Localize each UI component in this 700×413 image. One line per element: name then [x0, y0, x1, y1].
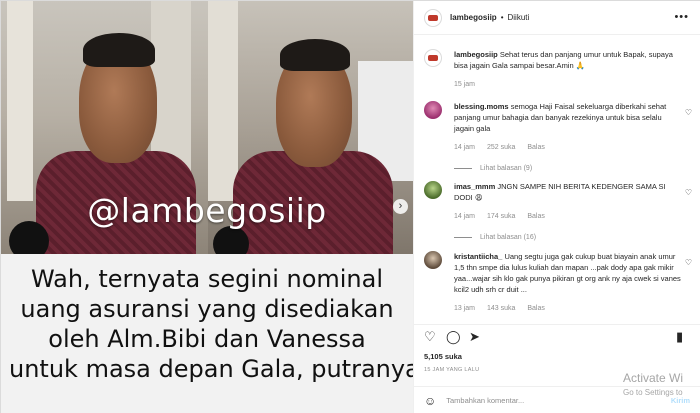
- comment-input[interactable]: Tambahkan komentar...: [446, 396, 524, 405]
- media-watermark: @lambegosiip: [87, 191, 327, 230]
- view-replies-label[interactable]: Lihat balasan (9): [480, 163, 532, 174]
- replies-line: [454, 168, 472, 169]
- comment-likes[interactable]: 143 suka: [487, 305, 515, 312]
- background-pillar: [208, 1, 238, 201]
- comment-list[interactable]: lambegosiip Sehat terus dan panjang umur…: [414, 36, 700, 324]
- comment-likes[interactable]: 174 suka: [487, 213, 515, 220]
- list-item: imas_mmm JNGN SAMPE NIH BERITA KEDENGER …: [424, 181, 692, 243]
- comment-meta: 13 jam 143 suka Balas: [454, 303, 682, 314]
- comment-username[interactable]: imas_mmm: [454, 182, 495, 191]
- heart-icon[interactable]: ♡: [424, 330, 436, 343]
- comment-meta: 14 jam 252 suka Balas: [454, 142, 682, 153]
- post-timestamp: 15 JAM YANG LALU: [424, 367, 480, 373]
- smile-icon[interactable]: ☺: [424, 394, 436, 408]
- separator-dot: •: [500, 13, 504, 22]
- heart-icon[interactable]: ♡: [685, 107, 692, 118]
- activate-title: Activate Wi: [623, 371, 684, 385]
- brand-logo-icon: [428, 14, 438, 21]
- post-comment-button[interactable]: Kirim: [671, 396, 690, 405]
- more-icon[interactable]: •••: [674, 11, 689, 23]
- caption-line: uang asuransi yang disediakan: [20, 295, 394, 323]
- action-bar: ♡ ◯ ➤ ▮: [414, 324, 700, 346]
- comment-username[interactable]: blessing.moms: [454, 102, 509, 111]
- reply-button[interactable]: Balas: [527, 213, 545, 220]
- person-hair: [83, 33, 155, 67]
- comment-likes[interactable]: 252 suka: [487, 144, 515, 151]
- reply-button[interactable]: Balas: [527, 144, 545, 151]
- microphone: [213, 226, 249, 254]
- avatar[interactable]: [424, 8, 442, 27]
- post-media[interactable]: @lambegosiip › Wah, ternyata segini nomi…: [1, 1, 413, 413]
- activate-subtitle: Go to Settings to: [623, 388, 683, 397]
- view-replies-label[interactable]: Lihat balasan (16): [480, 232, 536, 243]
- comment-time: 14 jam: [454, 144, 476, 151]
- list-item: blessing.moms semoga Haji Faisal sekelua…: [424, 101, 692, 174]
- list-item: kristantiicha_ Uang segtu juga gak cukup…: [424, 251, 692, 314]
- instagram-post-dialog: @lambegosiip › Wah, ternyata segini nomi…: [0, 0, 700, 413]
- background-pillar: [7, 1, 33, 201]
- avatar[interactable]: [424, 49, 442, 67]
- list-item: lambegosiip Sehat terus dan panjang umur…: [424, 49, 692, 90]
- heart-icon[interactable]: ♡: [685, 187, 692, 198]
- share-icon[interactable]: ➤: [469, 330, 480, 343]
- brand-logo-icon: [428, 55, 438, 61]
- comment-username[interactable]: lambegosiip: [454, 50, 498, 59]
- comment-meta: 15 jam: [454, 79, 682, 90]
- like-count[interactable]: 5,105 suka: [424, 352, 462, 361]
- post-header: lambegosiip • Diikuti •••: [414, 1, 700, 35]
- avatar[interactable]: [424, 251, 442, 269]
- author-username[interactable]: lambegosiip: [450, 13, 497, 22]
- comment-icon[interactable]: ◯: [446, 330, 461, 343]
- windows-activation-watermark: Activate Wi Go to Settings to: [623, 371, 683, 397]
- replies-line: [454, 237, 472, 238]
- comment-time: 14 jam: [454, 213, 476, 220]
- view-replies[interactable]: Lihat balasan (16): [454, 232, 692, 243]
- heart-icon[interactable]: ♡: [685, 257, 692, 268]
- caption-line: Wah, ternyata segini nominal: [30, 265, 384, 293]
- comment-username[interactable]: kristantiicha_: [454, 252, 502, 261]
- follow-status[interactable]: Diikuti: [508, 13, 530, 22]
- chevron-right-icon[interactable]: ›: [393, 199, 408, 214]
- comment-meta: 14 jam 174 suka Balas: [454, 211, 682, 222]
- caption-line: untuk masa depan Gala, putranya: [9, 355, 413, 383]
- reply-button[interactable]: Balas: [527, 305, 545, 312]
- avatar[interactable]: [424, 101, 442, 119]
- comment-time: 13 jam: [454, 305, 476, 312]
- media-caption-box: Wah, ternyata segini nominal uang asuran…: [1, 254, 413, 413]
- comment-time: 15 jam: [454, 81, 476, 88]
- person-hair: [280, 39, 350, 71]
- avatar[interactable]: [424, 181, 442, 199]
- comments-panel: lambegosiip • Diikuti ••• lambegosiip Se…: [413, 1, 700, 413]
- caption-line: oleh Alm.Bibi dan Vanessa: [48, 325, 366, 353]
- view-replies[interactable]: Lihat balasan (9): [454, 163, 692, 174]
- bookmark-icon[interactable]: ▮: [676, 330, 683, 343]
